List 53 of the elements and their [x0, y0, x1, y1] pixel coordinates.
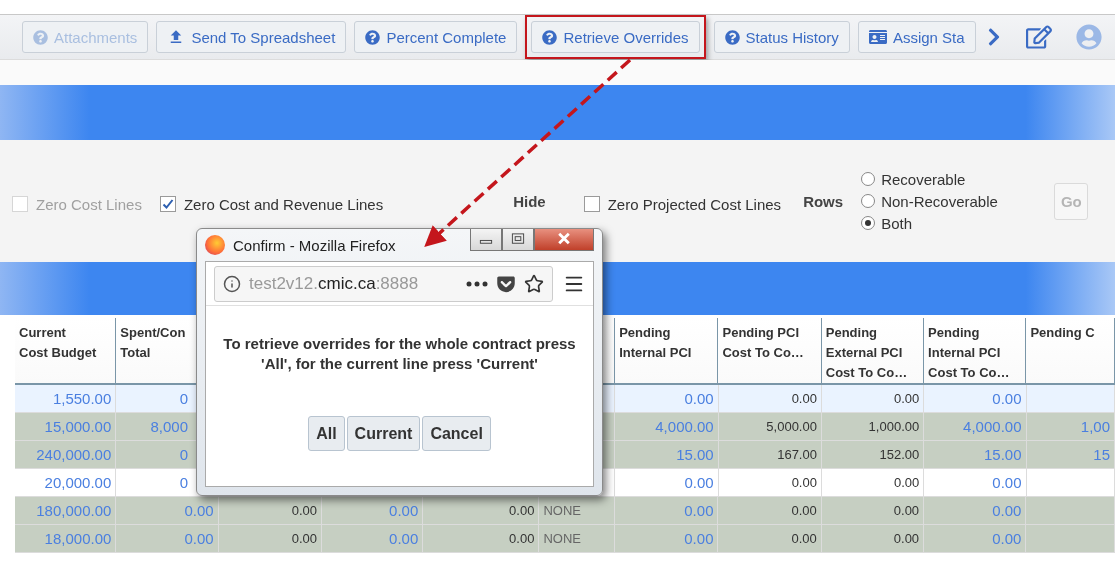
table-cell: 0.00 [718, 385, 822, 412]
table-cell: 5,000.00 [718, 413, 822, 440]
table-cell: 0.00 [615, 525, 719, 552]
table-cell: 0.00 [924, 497, 1027, 524]
table-cell: 0.00 [821, 525, 925, 552]
table-cell: 0.00 [924, 385, 1027, 412]
table-cell: 0.00 [116, 525, 219, 552]
table-cell: 4,000.00 [615, 413, 719, 440]
table-cell: NONE [539, 525, 616, 552]
radio-label: Non-Recoverable [881, 192, 998, 210]
radio-label: Both [881, 214, 912, 232]
dialog-title: Confirm - Mozilla Firefox [233, 236, 397, 254]
table-cell: 0.00 [321, 525, 424, 552]
table-cell: 152.00 [821, 441, 925, 468]
radio-label: Recoverable [881, 170, 966, 188]
table-cell: 180,000.00 [15, 497, 117, 524]
table-cell: 1,000.00 [821, 413, 925, 440]
table-cell: 0.00 [321, 497, 424, 524]
table-cell: 4,000.00 [924, 413, 1027, 440]
table-cell: 15,000.00 [15, 413, 117, 440]
table-cell: 0.00 [218, 525, 322, 552]
table-cell: 18,000.00 [15, 525, 117, 552]
table-cell: 0.00 [423, 497, 540, 524]
table-cell: 0.00 [218, 497, 322, 524]
table-cell: NONE [539, 497, 616, 524]
table-cell: 15.00 [615, 441, 719, 468]
checkbox-label: Zero Projected Cost Lines [607, 195, 782, 213]
filter-label: Hide [513, 192, 546, 210]
table-cell: 0.00 [821, 469, 925, 496]
table-cell: 0.00 [615, 385, 719, 412]
table-cell: 0.00 [924, 525, 1027, 552]
filter-label: Rows [803, 192, 844, 210]
table-cell: 15 [1026, 441, 1115, 468]
table-cell: 0.00 [924, 469, 1027, 496]
table-cell: 1,550.00 [15, 385, 117, 412]
table-cell: 1,00 [1026, 413, 1115, 440]
table-cell: 0.00 [423, 525, 540, 552]
table-cell: 0.00 [718, 497, 822, 524]
checkbox-label: Zero Cost and Revenue Lines [183, 195, 384, 213]
url-text: test2v12.cmic.ca:8888 [249, 273, 420, 294]
table-cell: 0.00 [116, 497, 219, 524]
table-cell: 0.00 [615, 497, 719, 524]
table-cell: 15.00 [924, 441, 1027, 468]
table-cell: 0.00 [821, 385, 925, 412]
table-cell: 20,000.00 [15, 469, 117, 496]
dialog-message: To retrieve overrides for the whole contract press 'All', for the current line press 'Current' [222, 334, 577, 374]
table-cell: 0.00 [718, 525, 822, 552]
table-cell: 0.00 [718, 469, 822, 496]
table-cell: 167.00 [718, 441, 822, 468]
checkbox-label: Zero Cost Lines [36, 195, 142, 213]
table-cell: 0.00 [821, 497, 925, 524]
table-cell: 0.00 [615, 469, 719, 496]
table-cell: 240,000.00 [15, 441, 117, 468]
